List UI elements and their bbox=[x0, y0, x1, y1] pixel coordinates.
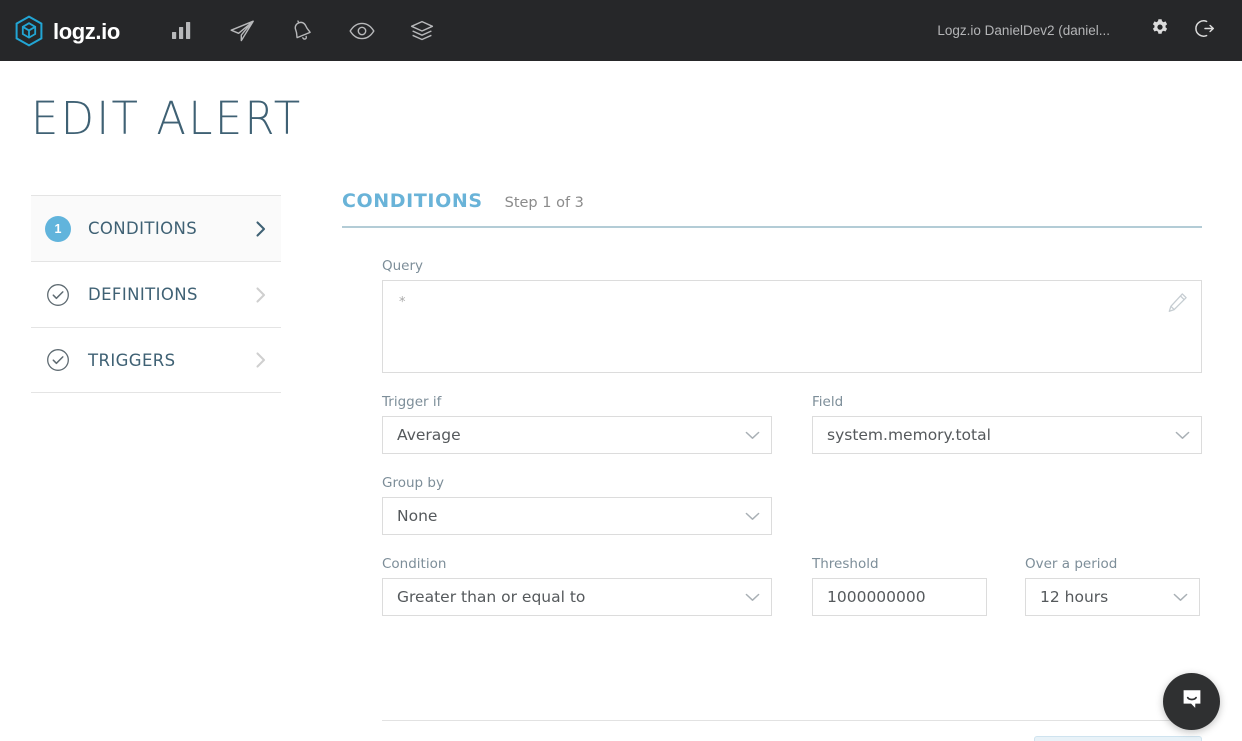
sidebar-item-conditions[interactable]: 1 CONDITIONS bbox=[31, 195, 281, 261]
top-header-bar: logz.io Logz.io DanielDev2 (daniel... bbox=[0, 0, 1242, 61]
step-number-badge: 1 bbox=[45, 215, 71, 242]
footer-primary-button-peek[interactable] bbox=[1034, 736, 1202, 741]
sidebar-item-label: TRIGGERS bbox=[88, 350, 176, 370]
sidebar-item-triggers[interactable]: TRIGGERS bbox=[31, 327, 281, 393]
over-a-period-label: Over a period bbox=[1025, 556, 1118, 572]
nav-alerts[interactable] bbox=[286, 15, 318, 47]
paper-plane-icon bbox=[229, 19, 255, 43]
condition-label: Condition bbox=[382, 556, 447, 572]
nav-library[interactable] bbox=[406, 15, 438, 47]
logout-button[interactable] bbox=[1182, 9, 1226, 53]
conditions-form: Query * Trigger if Average Field system.… bbox=[342, 228, 1202, 616]
threshold-label: Threshold bbox=[812, 556, 879, 572]
header-nav bbox=[166, 15, 438, 47]
eye-icon bbox=[349, 22, 375, 40]
nav-dashboards[interactable] bbox=[166, 15, 198, 47]
settings-button[interactable] bbox=[1138, 9, 1182, 53]
trigger-field-row: Trigger if Average Field system.memory.t… bbox=[382, 394, 1202, 454]
sidebar-item-label: DEFINITIONS bbox=[88, 285, 198, 304]
chevron-right-icon bbox=[254, 350, 268, 370]
chevron-down-icon bbox=[745, 507, 760, 525]
header-right-cluster: Logz.io DanielDev2 (daniel... bbox=[937, 0, 1242, 61]
logout-icon bbox=[1194, 18, 1215, 44]
layers-icon bbox=[410, 20, 434, 42]
condition-select[interactable]: Greater than or equal to bbox=[382, 578, 772, 616]
form-footer-divider bbox=[382, 720, 1202, 721]
panel-header: CONDITIONS Step 1 of 3 bbox=[342, 190, 1202, 226]
trigger-if-label: Trigger if bbox=[382, 394, 442, 410]
chat-launcher-button[interactable] bbox=[1163, 673, 1220, 730]
group-by-value: None bbox=[397, 507, 438, 525]
check-circle-icon bbox=[45, 347, 71, 373]
trigger-if-value: Average bbox=[397, 426, 461, 444]
bell-icon bbox=[290, 19, 314, 43]
threshold-input[interactable]: 1000000000 bbox=[812, 578, 987, 616]
chevron-down-icon bbox=[745, 426, 760, 444]
brand-text: logz.io bbox=[53, 18, 120, 44]
bar-chart-icon bbox=[171, 21, 192, 40]
gear-icon bbox=[1150, 18, 1170, 43]
chevron-down-icon bbox=[1175, 426, 1190, 444]
check-circle-icon bbox=[45, 282, 71, 308]
over-a-period-value: 12 hours bbox=[1040, 588, 1109, 606]
trigger-if-select[interactable]: Average bbox=[382, 416, 772, 454]
logzio-brand[interactable]: logz.io bbox=[14, 14, 120, 47]
logzio-logo-icon bbox=[14, 14, 44, 47]
pencil-icon[interactable] bbox=[1165, 290, 1190, 320]
over-a-period-select[interactable]: 12 hours bbox=[1025, 578, 1200, 616]
sidebar-item-label: CONDITIONS bbox=[88, 219, 198, 238]
sidebar-item-definitions[interactable]: DEFINITIONS bbox=[31, 261, 281, 327]
steps-sidebar: 1 CONDITIONS DEFINITIONS TRIGGERS bbox=[31, 195, 281, 393]
field-select[interactable]: system.memory.total bbox=[812, 416, 1202, 454]
condition-value: Greater than or equal to bbox=[397, 588, 586, 606]
field-label: Field bbox=[812, 394, 844, 410]
group-by-select[interactable]: None bbox=[382, 497, 772, 535]
chevron-down-icon bbox=[745, 588, 760, 606]
query-input[interactable]: * bbox=[382, 280, 1202, 373]
chevron-right-icon bbox=[254, 219, 268, 239]
chevron-down-icon bbox=[1173, 588, 1188, 606]
chevron-right-icon bbox=[254, 285, 268, 305]
chat-bubble-icon bbox=[1178, 685, 1206, 718]
panel-title: CONDITIONS bbox=[342, 190, 483, 212]
nav-send-logs[interactable] bbox=[226, 15, 258, 47]
group-by-row: Group by None bbox=[382, 475, 1202, 535]
group-by-label: Group by bbox=[382, 475, 444, 491]
query-label: Query bbox=[382, 258, 424, 274]
page-title: EDIT ALERT bbox=[31, 92, 303, 145]
conditions-panel: CONDITIONS Step 1 of 3 Query * Trigger i… bbox=[342, 190, 1202, 637]
condition-threshold-row: Condition Greater than or equal to Thres… bbox=[382, 556, 1202, 616]
step-indicator: Step 1 of 3 bbox=[504, 195, 584, 211]
query-row: Query * bbox=[382, 258, 1202, 373]
field-value: system.memory.total bbox=[827, 426, 991, 444]
account-name[interactable]: Logz.io DanielDev2 (daniel... bbox=[937, 23, 1110, 38]
nav-insights[interactable] bbox=[346, 15, 378, 47]
